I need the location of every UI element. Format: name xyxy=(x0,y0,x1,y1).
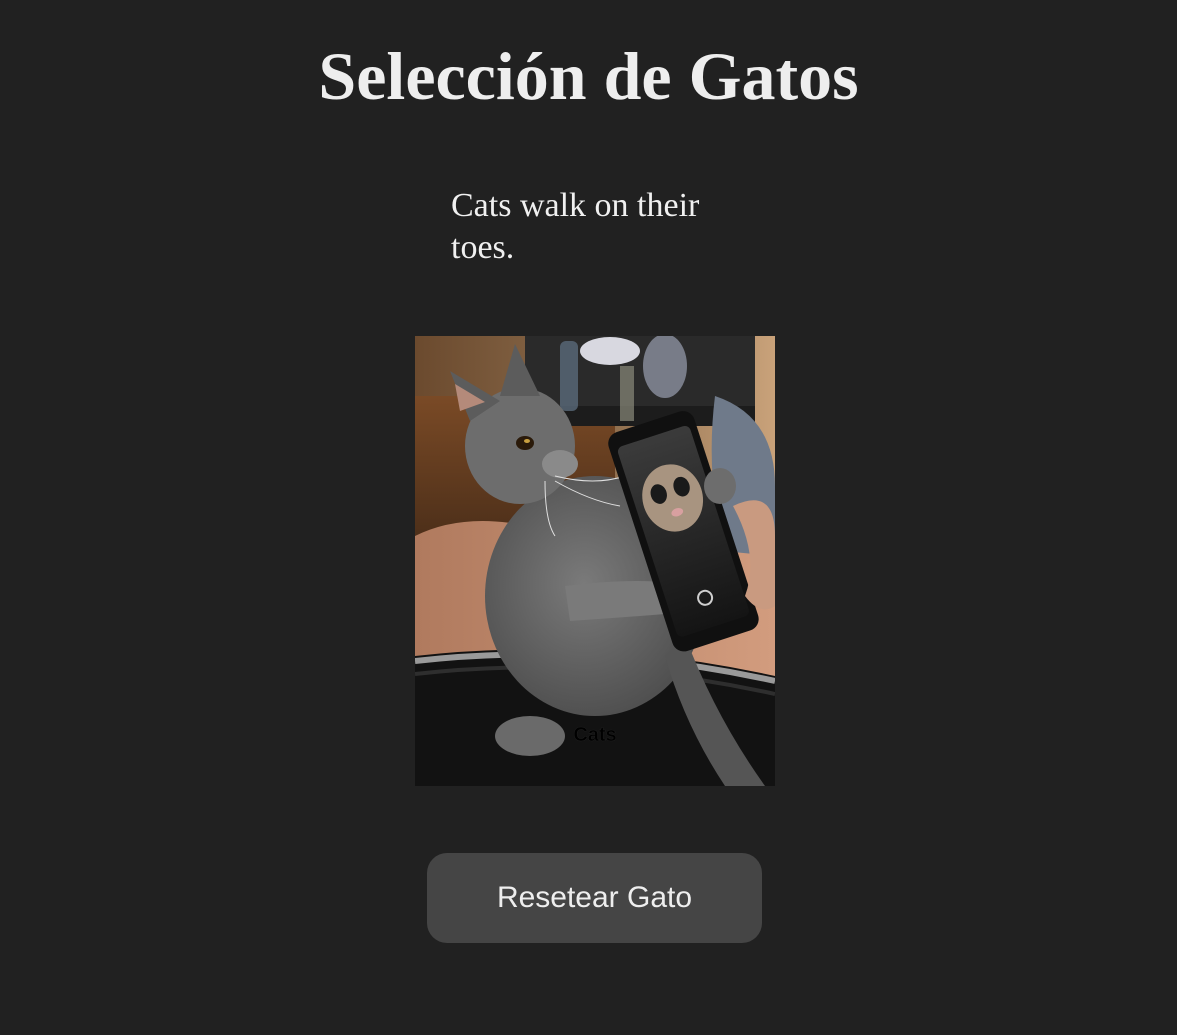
cat-fact-text: Cats walk on their toes. xyxy=(451,187,700,266)
image-caption-text: Cats xyxy=(573,724,616,746)
cat-image: Cats xyxy=(415,336,775,786)
page-title: Selección de Gatos xyxy=(318,38,859,114)
reset-cat-button[interactable]: Resetear Gato xyxy=(427,853,762,943)
cat-image-drawing: Cats xyxy=(415,336,775,786)
